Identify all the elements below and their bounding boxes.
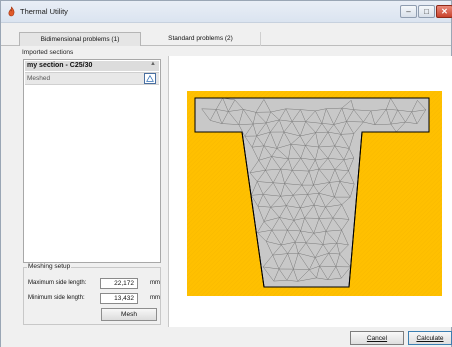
- meshing-setup-group: Meshing setup Maximum side length: 22,17…: [23, 263, 161, 325]
- calculate-button[interactable]: Calculate: [408, 331, 452, 345]
- min-side-label: Minimum side length:: [28, 295, 85, 301]
- max-side-unit: mm: [150, 280, 160, 286]
- mesh-button[interactable]: Mesh: [101, 308, 157, 321]
- problem-tabs: Bidimensional problems (1) Standard prob…: [1, 32, 451, 46]
- section-name: my section - C25/30: [27, 62, 93, 69]
- main-window: Thermal Utility – □ ✕ Bidimensional prob…: [0, 0, 452, 347]
- close-icon: ✕: [441, 7, 448, 16]
- app-flame-icon: [8, 6, 15, 17]
- section-status-row[interactable]: Meshed: [25, 72, 159, 85]
- section-canvas[interactable]: [168, 56, 452, 327]
- max-side-label: Maximum side length:: [28, 280, 87, 286]
- window-title: Thermal Utility: [20, 7, 68, 16]
- mesh-triangle-icon[interactable]: [144, 73, 156, 84]
- imported-sections-label: Imported sections: [21, 49, 75, 56]
- max-side-input[interactable]: 22,172: [100, 278, 138, 289]
- mesh-drawing: [187, 91, 442, 296]
- cancel-button[interactable]: Cancel: [350, 331, 404, 345]
- meshing-setup-label: Meshing setup: [27, 263, 72, 270]
- minimize-button[interactable]: –: [400, 5, 417, 18]
- footer-bar: Cancel Calculate: [1, 327, 452, 347]
- tab-bidimensional-problems[interactable]: Bidimensional problems (1): [19, 32, 141, 46]
- close-button[interactable]: ✕: [436, 5, 452, 18]
- sections-list[interactable]: my section - C25/30 ▲ Meshed: [23, 59, 161, 263]
- maximize-icon: □: [424, 7, 429, 16]
- title-bar[interactable]: Thermal Utility – □ ✕: [1, 1, 452, 23]
- collapse-arrow-icon[interactable]: ▲: [150, 61, 156, 67]
- list-item[interactable]: my section - C25/30 ▲: [25, 61, 159, 71]
- min-side-unit: mm: [150, 295, 160, 301]
- tab-standard-problems[interactable]: Standard problems (2): [141, 32, 261, 46]
- section-status: Meshed: [27, 75, 51, 82]
- maximize-button[interactable]: □: [418, 5, 435, 18]
- min-side-input[interactable]: 13,432: [100, 293, 138, 304]
- minimize-icon: –: [406, 7, 411, 16]
- left-panel: Imported sections my section - C25/30 ▲ …: [18, 47, 164, 327]
